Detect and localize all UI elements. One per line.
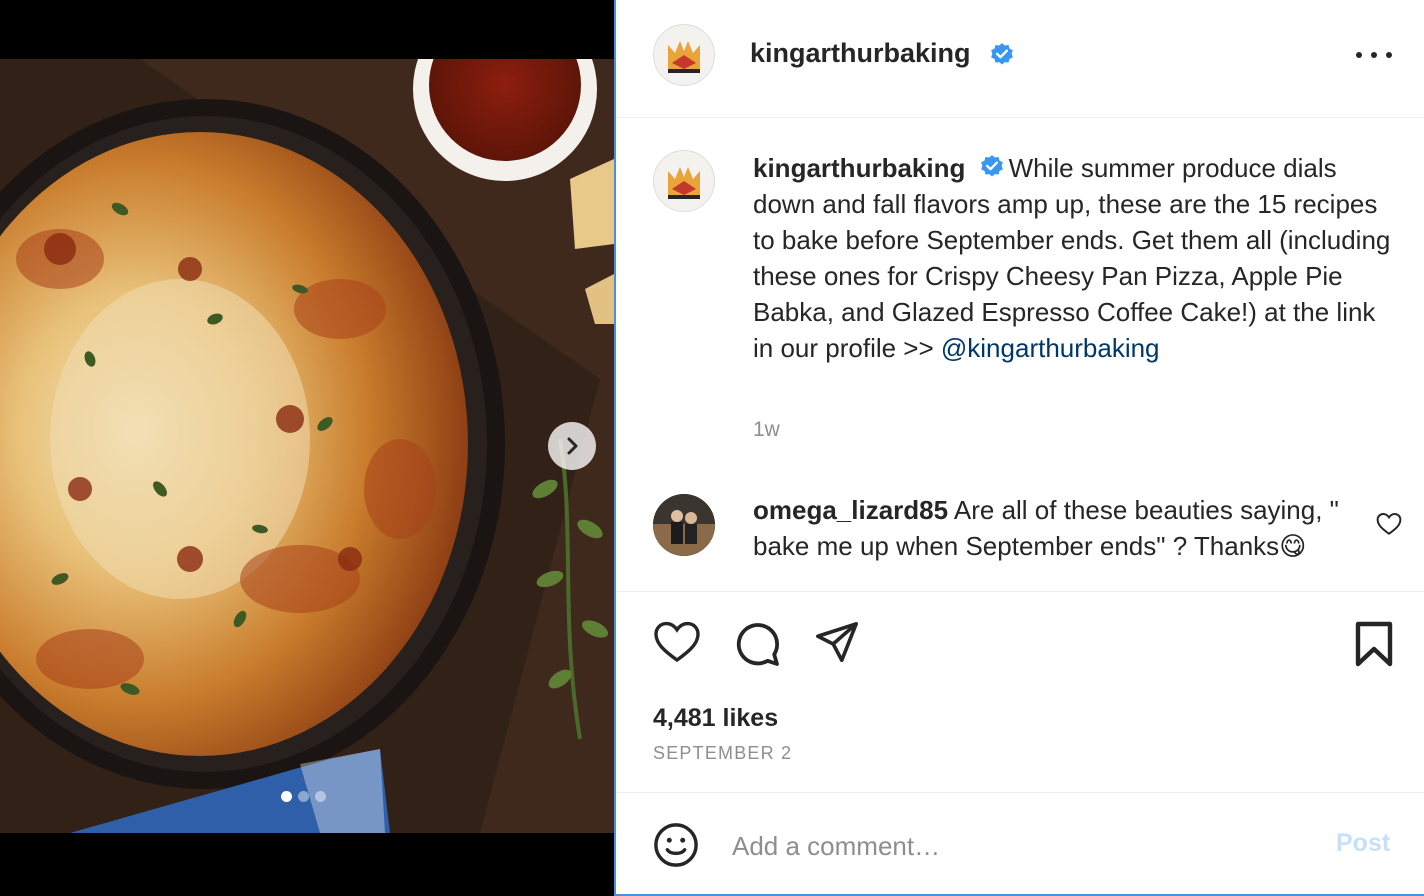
more-options-button[interactable] bbox=[1356, 40, 1392, 70]
paper-plane-icon[interactable] bbox=[814, 620, 860, 666]
next-slide-button[interactable] bbox=[548, 422, 596, 470]
caption-author-avatar[interactable] bbox=[653, 150, 715, 212]
post-date[interactable]: SEPTEMBER 2 bbox=[653, 743, 792, 764]
verified-badge-icon bbox=[991, 43, 1013, 65]
post-caption: kingarthurbaking While summer produce di… bbox=[753, 150, 1393, 366]
comment-username[interactable]: omega_lizard85 bbox=[753, 495, 948, 525]
comment-item: omega_lizard85 Are all of these beauties… bbox=[753, 492, 1353, 578]
comment-emoji: 😋 bbox=[1279, 531, 1307, 561]
post-media bbox=[0, 0, 614, 896]
comment-icon[interactable] bbox=[733, 620, 781, 668]
chevron-right-icon bbox=[567, 437, 578, 455]
caption-username[interactable]: kingarthurbaking bbox=[753, 153, 965, 183]
heart-icon[interactable] bbox=[653, 620, 701, 664]
bookmark-icon[interactable] bbox=[1354, 620, 1394, 668]
king-arthur-logo-icon bbox=[668, 41, 700, 73]
post-header: kingarthurbaking bbox=[616, 0, 1424, 118]
author-avatar[interactable] bbox=[653, 24, 715, 86]
comment-input[interactable] bbox=[730, 823, 1294, 869]
carousel-indicator bbox=[281, 791, 326, 802]
pizza-skillet-image bbox=[0, 59, 614, 833]
commenter-avatar[interactable] bbox=[653, 494, 715, 556]
smiley-icon[interactable] bbox=[653, 822, 699, 868]
carousel-dot bbox=[298, 791, 309, 802]
carousel-dot bbox=[315, 791, 326, 802]
caption-mention-link[interactable]: @kingarthurbaking bbox=[941, 333, 1160, 363]
post-panel: kingarthurbaking kingarthurbaking While … bbox=[614, 0, 1424, 896]
comment-like-heart-icon[interactable] bbox=[1376, 512, 1402, 536]
commenter-photo bbox=[653, 494, 715, 556]
author-username[interactable]: kingarthurbaking bbox=[750, 38, 971, 69]
verified-badge-icon bbox=[980, 155, 1003, 177]
comments-scroll-area[interactable]: kingarthurbaking While summer produce di… bbox=[616, 118, 1424, 590]
post-photo-pizza[interactable] bbox=[0, 59, 614, 833]
more-options-icon bbox=[1356, 52, 1362, 58]
post-comment-button[interactable]: Post bbox=[1336, 829, 1390, 858]
carousel-dot-active bbox=[281, 791, 292, 802]
caption-text: While summer produce dials down and fall… bbox=[753, 153, 1391, 363]
king-arthur-logo-icon bbox=[668, 167, 700, 199]
post-actions: 4,481 likes SEPTEMBER 2 bbox=[616, 591, 1424, 792]
caption-timestamp[interactable]: 1w bbox=[753, 418, 780, 442]
likes-count[interactable]: 4,481 likes bbox=[653, 704, 778, 733]
add-comment-bar: Post bbox=[616, 792, 1424, 895]
